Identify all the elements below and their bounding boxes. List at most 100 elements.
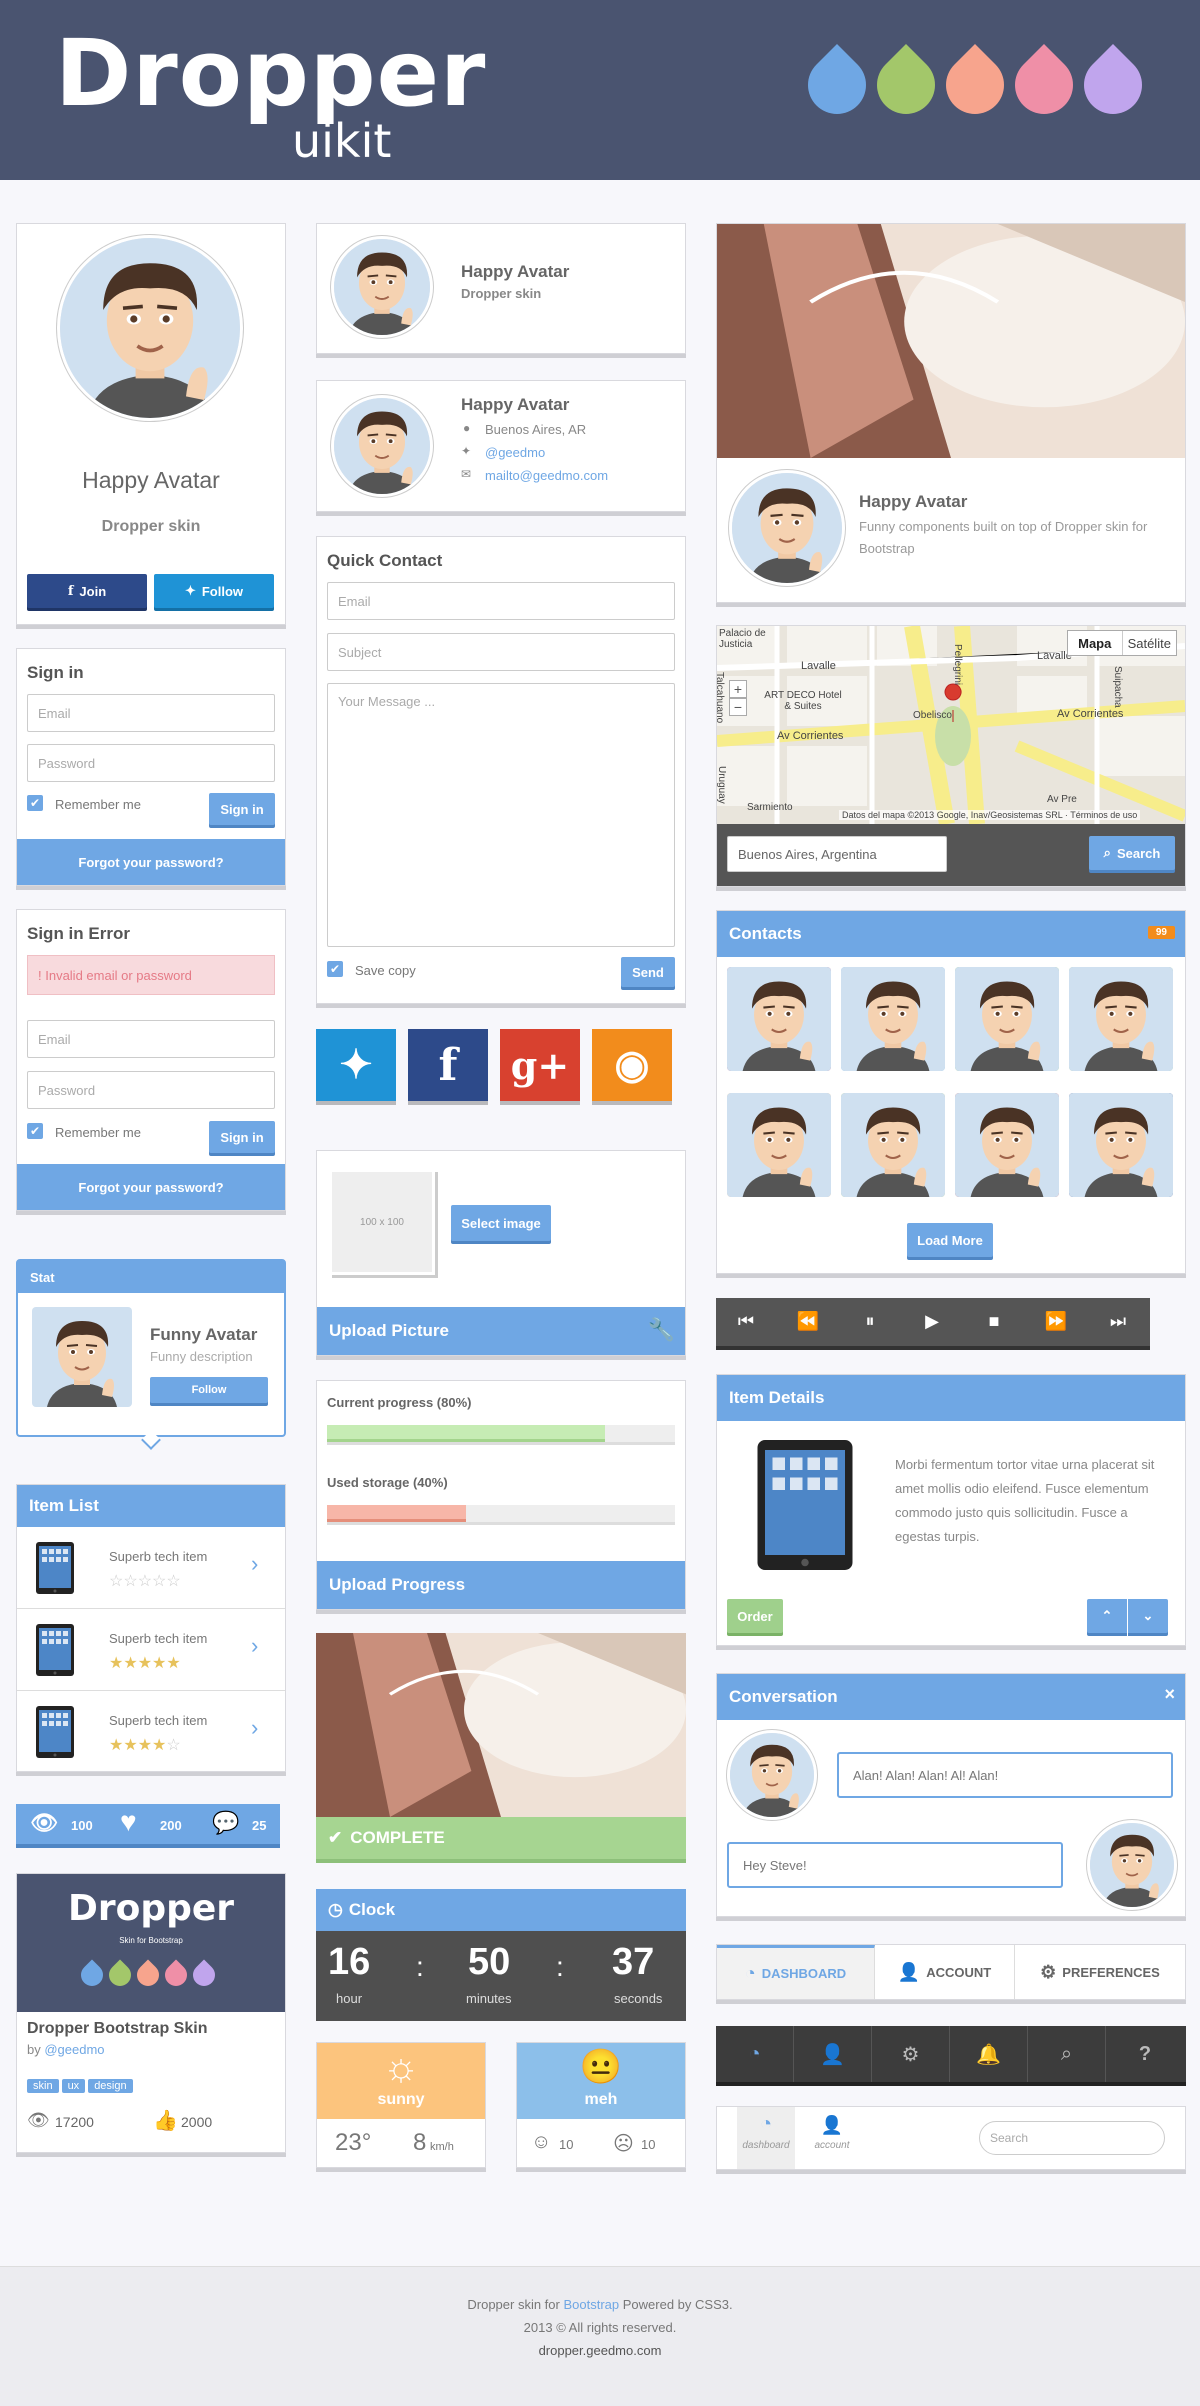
- bootstrap-link[interactable]: Bootstrap: [563, 2297, 619, 2312]
- email-field[interactable]: Email: [27, 694, 275, 732]
- select-image-button[interactable]: Select image: [451, 1205, 551, 1241]
- signin-error-title: Sign in Error: [27, 924, 130, 943]
- list-item[interactable]: Superb tech item ★★★★☆ ›: [17, 1691, 285, 1771]
- contact-avatar[interactable]: [1069, 1093, 1173, 1197]
- email-link[interactable]: mailto@geedmo.com: [485, 468, 608, 483]
- conversation-header: Conversation ×: [717, 1674, 1185, 1720]
- wrench-icon[interactable]: 🔧: [648, 1317, 675, 1343]
- play-icon[interactable]: ▶: [902, 1298, 962, 1344]
- send-button[interactable]: Send: [621, 957, 675, 987]
- pause-icon[interactable]: ⏸: [840, 1298, 900, 1344]
- nav-dashboard[interactable]: ◔ dashboard: [737, 2107, 795, 2169]
- clock-card: ◷ Clock 16 hour : 50 minutes : 37 seconds: [316, 1889, 686, 2021]
- map-search-button[interactable]: ⌕ Search: [1089, 836, 1175, 870]
- zoom-out-button[interactable]: −: [729, 698, 747, 716]
- stop-icon[interactable]: ■: [964, 1298, 1024, 1344]
- close-icon[interactable]: ×: [1164, 1684, 1175, 1705]
- comments-count: 25: [252, 1818, 267, 1833]
- chevron-right-icon[interactable]: ›: [251, 1633, 258, 1659]
- map-label-uruguay: Uruguay: [716, 766, 727, 804]
- forgot-password-link[interactable]: Forgot your password?: [17, 1164, 285, 1210]
- forgot-password-link[interactable]: Forgot your password?: [17, 839, 285, 885]
- brand-title: Dropper: [55, 20, 487, 127]
- contact-avatar[interactable]: [841, 1093, 945, 1197]
- banner-subtitle: Skin for Bootstrap: [119, 1936, 183, 1945]
- remember-checkbox[interactable]: ✔: [27, 1123, 43, 1139]
- order-button[interactable]: Order: [727, 1599, 783, 1633]
- tag[interactable]: ux: [61, 2079, 86, 2093]
- save-copy-checkbox[interactable]: ✔: [327, 961, 343, 977]
- chevron-down-button[interactable]: ⌄: [1128, 1599, 1168, 1633]
- error-alert: ! Invalid email or password: [27, 955, 275, 995]
- list-item[interactable]: Superb tech item ☆☆☆☆☆ ›: [17, 1527, 285, 1609]
- tag[interactable]: skin: [27, 2079, 59, 2093]
- item-details-header: Item Details: [717, 1375, 1185, 1421]
- gear-icon[interactable]: ⚙: [872, 2026, 950, 2082]
- dashboard-icon[interactable]: ◔: [716, 2026, 794, 2082]
- contact-avatar[interactable]: [841, 967, 945, 1071]
- tablet-icon: [35, 1617, 75, 1683]
- twitter-link[interactable]: @geedmo: [485, 445, 545, 460]
- search-icon[interactable]: ⌕: [1028, 2026, 1106, 2082]
- user-icon[interactable]: 👤: [794, 2026, 872, 2082]
- zoom-in-button[interactable]: +: [729, 680, 747, 698]
- map-type-mapa[interactable]: Mapa: [1068, 631, 1123, 655]
- mini-profile-skin: Dropper skin: [461, 286, 542, 301]
- heart-icon: ♥: [120, 1806, 137, 1837]
- contact-avatar[interactable]: [727, 1093, 831, 1197]
- email-field[interactable]: Email: [327, 582, 675, 620]
- password-field[interactable]: Password: [27, 1071, 275, 1109]
- google-plus-button[interactable]: g+: [500, 1029, 580, 1101]
- facebook-button[interactable]: f: [408, 1029, 488, 1101]
- skip-back-icon[interactable]: ⏮: [716, 1298, 776, 1344]
- follow-button[interactable]: Follow: [150, 1377, 268, 1403]
- contact-avatar[interactable]: [727, 967, 831, 1071]
- contacts-count-badge: 99: [1147, 926, 1175, 939]
- signin-button[interactable]: Sign in: [209, 793, 275, 825]
- nav-account[interactable]: 👤 account: [803, 2107, 861, 2169]
- progress-card: Current progress (80%) Used storage (40%…: [316, 1380, 686, 1610]
- clock-hour-label: hour: [336, 1991, 363, 2006]
- map-type-satelite[interactable]: Satélite: [1123, 631, 1177, 655]
- rss-button[interactable]: ◉: [592, 1029, 672, 1101]
- progress-header: Upload Progress: [317, 1561, 685, 1609]
- signin-button[interactable]: Sign in: [209, 1121, 275, 1153]
- message-field[interactable]: Your Message ...: [327, 683, 675, 947]
- subject-field[interactable]: Subject: [327, 633, 675, 671]
- clock-minutes-label: minutes: [466, 1991, 512, 2006]
- twitter-button[interactable]: ✦: [316, 1029, 396, 1101]
- avatar: [1087, 1820, 1177, 1910]
- author-link[interactable]: @geedmo: [44, 2042, 104, 2057]
- email-field[interactable]: Email: [27, 1020, 275, 1058]
- weather-top: ☼ sunny: [317, 2043, 485, 2119]
- location-input[interactable]: Buenos Aires, Argentina: [727, 836, 947, 872]
- skip-forward-icon[interactable]: ⏭: [1088, 1298, 1148, 1344]
- avatar: [57, 235, 243, 421]
- list-item[interactable]: Superb tech item ★★★★★ ›: [17, 1609, 285, 1691]
- contact-avatar[interactable]: [955, 967, 1059, 1071]
- fast-forward-icon[interactable]: ⏩: [1026, 1298, 1086, 1344]
- twitter-icon: ✦: [339, 1043, 373, 1087]
- chevron-right-icon[interactable]: ›: [251, 1715, 258, 1741]
- chevron-up-button[interactable]: ⌃: [1087, 1599, 1127, 1633]
- load-more-button[interactable]: Load More: [907, 1223, 993, 1257]
- chevron-right-icon[interactable]: ›: [251, 1551, 258, 1577]
- follow-button[interactable]: ✦ Follow: [154, 574, 274, 608]
- contact-avatar[interactable]: [955, 1093, 1059, 1197]
- help-icon[interactable]: ?: [1106, 2026, 1184, 2082]
- tag[interactable]: design: [88, 2079, 133, 2093]
- password-field[interactable]: Password: [27, 744, 275, 782]
- tab-preferences[interactable]: ⚙ PREFERENCES: [1015, 1945, 1185, 1999]
- clock-hour: 16: [328, 1941, 371, 1983]
- footer-site-link[interactable]: dropper.geedmo.com: [0, 2343, 1200, 2358]
- tab-dashboard[interactable]: ◔ DASHBOARD: [717, 1945, 875, 1999]
- tab-account[interactable]: 👤 ACCOUNT: [875, 1945, 1015, 1999]
- remember-checkbox[interactable]: ✔: [27, 795, 43, 811]
- rewind-icon[interactable]: ⏪: [778, 1298, 838, 1344]
- search-input[interactable]: Search: [979, 2121, 1165, 2155]
- join-button[interactable]: f Join: [27, 574, 147, 608]
- contact-avatar[interactable]: [1069, 967, 1173, 1071]
- smile-icon: ☺: [531, 2131, 552, 2153]
- bell-icon[interactable]: 🔔: [950, 2026, 1028, 2082]
- hero-name: Happy Avatar: [859, 492, 968, 511]
